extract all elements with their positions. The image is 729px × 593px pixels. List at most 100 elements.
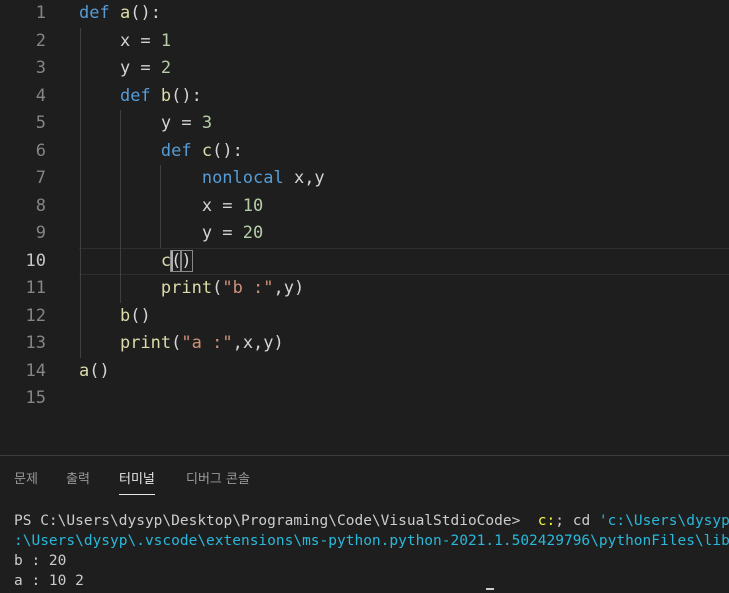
code-token: c: [160, 250, 172, 271]
code-line[interactable]: 10 c(): [0, 247, 729, 276]
code-text: b(): [79, 303, 151, 331]
line-number: 11: [25, 278, 46, 298]
bottom-panel: 문제 출력 터미널 디버그 콘솔 PS C:\Users\dysyp\Deskt…: [0, 455, 729, 593]
tab-terminal[interactable]: 터미널: [119, 468, 155, 495]
code-text: y = 3: [79, 110, 212, 138]
code-line[interactable]: 1 def a():: [0, 0, 729, 28]
panel-tabs: 문제 출력 터미널 디버그 콘솔: [0, 456, 729, 496]
code-token: c: [201, 140, 213, 161]
code-line[interactable]: 6 def c():: [0, 138, 729, 166]
code-line[interactable]: 4 def b():: [0, 83, 729, 111]
code-token: 3: [201, 113, 213, 133]
line-number: 4: [35, 85, 46, 106]
indent-guide: [80, 27, 81, 358]
code-text: def c():: [79, 138, 243, 166]
code-token: x,y: [283, 168, 325, 188]
code-line[interactable]: 12 b(): [0, 303, 729, 331]
tab-problems[interactable]: 문제: [14, 468, 38, 487]
line-number: 2: [35, 30, 46, 51]
code-text: def b():: [79, 83, 202, 111]
line-number: 5: [35, 113, 46, 133]
code-token: 10: [242, 195, 264, 216]
code-line[interactable]: 9 y = 20: [0, 220, 729, 248]
line-number: 12: [25, 305, 46, 326]
code-text: c(): [79, 248, 193, 276]
line-number: 7: [35, 168, 46, 188]
code-token: (: [212, 278, 223, 298]
code-token: "b :": [222, 278, 274, 298]
code-token: print: [119, 333, 172, 353]
terminal-output-line: a : 10 2: [14, 573, 84, 589]
terminal[interactable]: PS C:\Users\dysyp\Desktop\Programing\Cod…: [14, 511, 729, 591]
code-text: a(): [79, 358, 110, 386]
code-line[interactable]: 3 y = 2: [0, 55, 729, 83]
indent-guide: [160, 165, 161, 248]
line-number: 15: [25, 388, 46, 408]
code-line[interactable]: 14 a(): [0, 358, 729, 386]
terminal-command-line: PS C:\Users\dysyp\Desktop\Programing\Cod…: [14, 511, 729, 531]
code-text: print("b :",y): [79, 275, 304, 303]
text-cursor: [171, 251, 173, 271]
code-token: a: [79, 360, 90, 381]
line-number: 1: [35, 3, 46, 23]
code-text: y = 20: [79, 220, 263, 248]
code-text: def a():: [79, 0, 161, 28]
line-number: 9: [35, 223, 46, 243]
code-token: ():: [171, 85, 202, 106]
indent-guide: [120, 110, 121, 303]
terminal-command-drive: c:: [529, 513, 556, 529]
code-token: ():: [212, 140, 243, 161]
code-token: ,y): [273, 278, 305, 298]
code-line[interactable]: 2 x = 1: [0, 28, 729, 56]
code-text: nonlocal x,y: [79, 165, 325, 193]
tab-output[interactable]: 출력: [66, 468, 90, 487]
code-token: def: [119, 85, 151, 106]
code-token: b: [160, 85, 172, 106]
code-token: def: [79, 3, 110, 23]
line-number: 13: [25, 333, 46, 353]
code-line[interactable]: 5 y = 3: [0, 110, 729, 138]
terminal-command-path: 'c:\Users\dysyp\Desktop: [598, 513, 729, 529]
code-token: (): [130, 305, 151, 326]
code-token: 20: [242, 223, 264, 243]
code-token: ():: [130, 3, 161, 23]
line-number: 3: [35, 58, 46, 78]
code-token: ): [180, 249, 193, 272]
code-line[interactable]: 7 nonlocal x,y: [0, 165, 729, 193]
code-text: y = 2: [79, 55, 171, 83]
line-number: 10: [25, 250, 46, 271]
terminal-output-line: b : 20: [14, 553, 67, 569]
terminal-prompt: PS C:\Users\dysyp\Desktop\Programing\Cod…: [14, 513, 530, 529]
code-token: (: [171, 333, 182, 353]
code-token: b: [119, 305, 131, 326]
code-token: (): [89, 360, 110, 381]
code-editor[interactable]: 1 def a(): 2 x = 13 y = 24 def b(): 5 y = 3…: [0, 0, 729, 455]
line-number: 14: [25, 360, 46, 381]
code-token: 2: [160, 58, 172, 78]
code-text: print("a :",x,y): [79, 330, 284, 358]
code-token: print: [160, 278, 213, 298]
code-token: x =: [79, 30, 161, 51]
code-line[interactable]: 15: [0, 385, 729, 413]
terminal-cursor: [486, 588, 494, 590]
code-token: ,x,y): [232, 333, 284, 353]
terminal-command-cd: ; cd: [555, 513, 599, 529]
tab-debug-console[interactable]: 디버그 콘솔: [186, 468, 250, 487]
code-text: x = 10: [79, 193, 263, 221]
line-number: 6: [35, 140, 46, 161]
code-line[interactable]: 11 print("b :",y): [0, 275, 729, 303]
code-token: nonlocal: [201, 168, 284, 188]
code-line[interactable]: 8 x = 10: [0, 193, 729, 221]
code-token: y =: [79, 58, 161, 78]
terminal-command-continuation: :\Users\dysyp\.vscode\extensions\ms-pyth…: [14, 533, 729, 549]
code-token: def: [160, 140, 192, 161]
code-token: a: [119, 3, 131, 23]
code-line[interactable]: 13 print("a :",x,y): [0, 330, 729, 358]
